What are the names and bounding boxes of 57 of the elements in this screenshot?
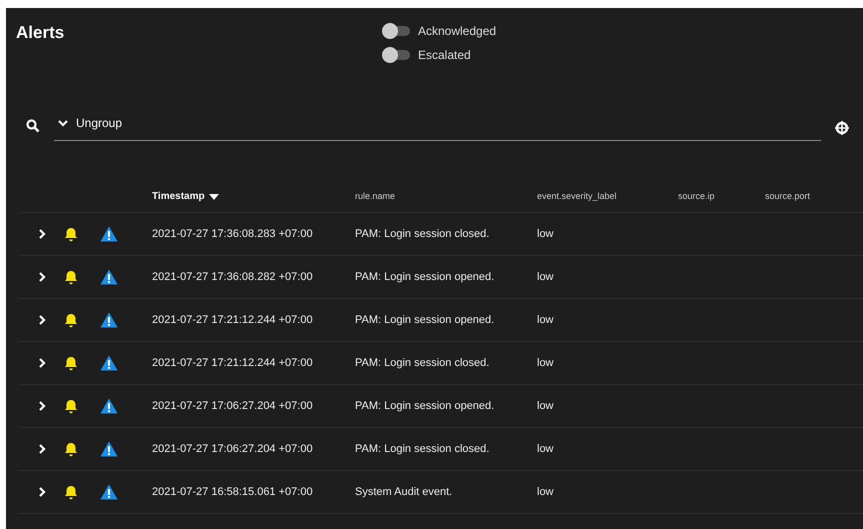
bell-icon bbox=[64, 398, 78, 414]
table-cell-text: PAM: Login session closed. bbox=[355, 226, 490, 242]
toggle-switch[interactable] bbox=[384, 50, 410, 60]
table-cell-text: PAM: Login session opened. bbox=[355, 312, 496, 328]
table-cell-text: 2021-07-27 17:36:08.283 +07:00 bbox=[152, 226, 314, 242]
bell-icon bbox=[64, 484, 78, 500]
warning-icon bbox=[100, 355, 118, 371]
expand-chevron-icon[interactable] bbox=[38, 229, 46, 239]
table-cell-text: PAM: Login session opened. bbox=[355, 398, 496, 414]
table-cell-text: 2021-07-27 17:21:12.244 +07:00 bbox=[152, 356, 314, 371]
table-cell-text: low bbox=[537, 398, 555, 414]
sort-arrow-icon[interactable] bbox=[208, 194, 219, 200]
table-cell-text: low bbox=[537, 312, 555, 328]
table-cell-text: PAM: Login session closed. bbox=[355, 442, 490, 457]
warning-icon bbox=[100, 312, 118, 328]
expand-chevron-icon[interactable] bbox=[38, 487, 46, 497]
table-cell-text: low bbox=[537, 270, 555, 285]
table-cell-text: low bbox=[537, 226, 555, 242]
column-header[interactable]: event.severity_label bbox=[537, 190, 617, 204]
bell-icon bbox=[64, 442, 78, 456]
column-header[interactable]: source.port bbox=[765, 190, 810, 204]
search-icon[interactable] bbox=[26, 119, 40, 133]
bell-icon bbox=[64, 270, 78, 284]
table-cell-text: low bbox=[537, 484, 555, 500]
table-cell-text: low bbox=[537, 442, 555, 457]
warning-icon bbox=[100, 398, 118, 414]
toggle-label: Acknowledged bbox=[418, 23, 496, 40]
column-header[interactable]: source.ip bbox=[678, 190, 715, 204]
bell-icon bbox=[64, 226, 78, 242]
toggle-switch[interactable] bbox=[384, 26, 410, 36]
expand-chevron-icon[interactable] bbox=[38, 401, 46, 411]
warning-icon bbox=[100, 269, 118, 285]
warning-icon bbox=[100, 441, 118, 457]
table-cell-text: PAM: Login session opened. bbox=[355, 270, 496, 285]
bell-icon bbox=[64, 312, 78, 328]
group-select[interactable]: Ungroup bbox=[54, 114, 821, 141]
table-cell-text: 2021-07-27 17:21:12.244 +07:00 bbox=[152, 312, 314, 328]
table-cell-text: System Audit event. bbox=[355, 484, 454, 500]
toggle-label: Escalated bbox=[418, 47, 471, 64]
column-header[interactable]: rule.name bbox=[355, 190, 396, 204]
page-title: Alerts bbox=[16, 22, 66, 44]
column-header[interactable]: Timestamp bbox=[152, 189, 205, 204]
warning-icon bbox=[100, 226, 118, 242]
expand-chevron-icon[interactable] bbox=[38, 315, 46, 325]
table-cell-text: PAM: Login session closed. bbox=[355, 356, 490, 371]
table-cell-text: low bbox=[537, 356, 555, 371]
expand-chevron-icon[interactable] bbox=[38, 272, 46, 282]
table-cell-text: 2021-07-27 17:06:27.204 +07:00 bbox=[152, 442, 314, 457]
crosshair-icon[interactable] bbox=[835, 121, 849, 135]
warning-icon bbox=[100, 484, 118, 500]
table-cell-text: 2021-07-27 17:06:27.204 +07:00 bbox=[152, 398, 314, 414]
expand-chevron-icon[interactable] bbox=[38, 444, 46, 454]
table-cell-text: 2021-07-27 16:58:15.061 +07:00 bbox=[152, 484, 314, 500]
table-cell-text: 2021-07-27 17:36:08.282 +07:00 bbox=[152, 270, 314, 285]
expand-chevron-icon[interactable] bbox=[38, 358, 46, 368]
chevron-down-icon[interactable] bbox=[58, 120, 68, 126]
bell-icon bbox=[64, 356, 78, 370]
